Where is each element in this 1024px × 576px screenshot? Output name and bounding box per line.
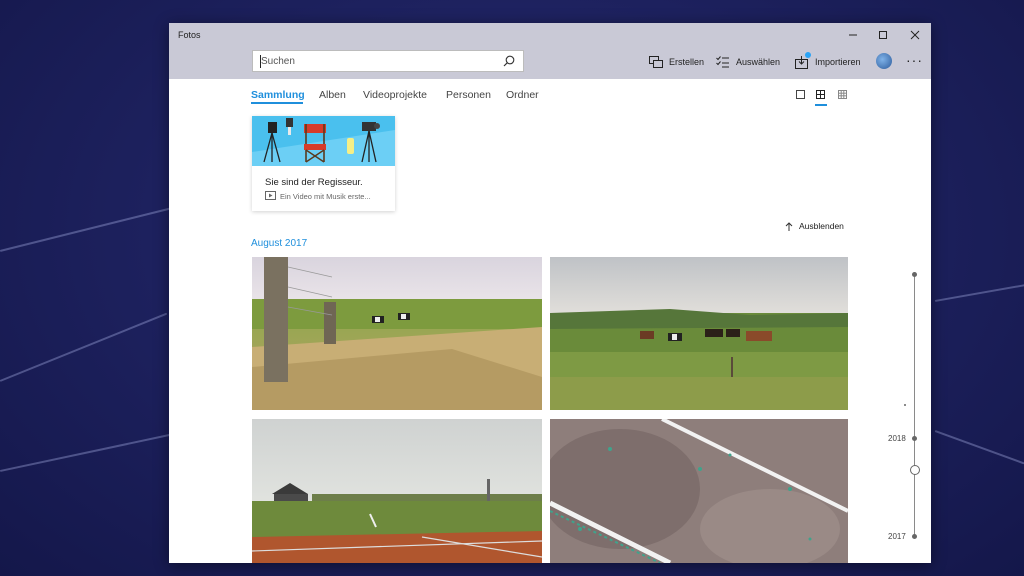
photos-app-window: Fotos Erstellen [169,23,931,563]
checklist-icon [716,56,729,68]
tab-personen[interactable]: Personen [446,89,491,101]
promo-title: Sie sind der Regisseur. [265,177,363,188]
search-icon[interactable] [503,55,515,67]
tab-ordner[interactable]: Ordner [506,89,539,101]
wallpaper-streak [0,204,185,252]
large-view-icon[interactable] [795,89,807,101]
timeline-marker [912,436,917,441]
hide-label: Ausblenden [799,221,844,231]
timeline-marker [912,272,917,277]
wallpaper-streak [934,430,1024,465]
app-title: Fotos [178,30,201,40]
timeline-marker [904,404,906,406]
create-label: Erstellen [669,57,705,67]
search-box[interactable] [252,50,524,72]
timeline-year-2017[interactable]: 2017 [888,532,906,541]
minimize-icon [849,34,857,36]
promo-illustration [252,116,395,166]
create-button[interactable]: Erstellen [649,54,704,70]
photo-thumbnail[interactable] [252,419,542,563]
wallpaper-streak [0,432,177,472]
title-bar: Fotos Erstellen [169,23,931,79]
medium-view-icon[interactable] [815,89,827,101]
maximize-icon [879,31,887,39]
photo-thumbnail[interactable] [550,419,848,563]
wallpaper-streak [0,312,168,382]
director-promo-card[interactable]: Sie sind der Regisseur. Ein Video mit Mu… [252,116,395,211]
close-button[interactable] [900,26,930,44]
create-icon [649,56,663,68]
timeline-year-2018[interactable]: 2018 [888,434,906,443]
timeline-marker [912,534,917,539]
small-view-icon[interactable] [837,89,849,101]
select-button[interactable]: Auswählen [716,54,780,70]
avatar[interactable] [876,53,892,69]
tab-sammlung[interactable]: Sammlung [251,89,305,101]
tab-alben[interactable]: Alben [319,89,346,101]
close-icon [910,30,920,40]
notification-badge [805,52,811,58]
photo-thumbnail[interactable] [550,257,848,410]
search-input[interactable] [261,53,491,69]
promo-subtitle: Ein Video mit Musik erste... [280,192,371,201]
wallpaper-streak [934,283,1024,302]
month-heading: August 2017 [251,238,308,249]
maximize-button[interactable] [868,26,898,44]
timeline-handle[interactable] [910,465,920,475]
select-label: Auswählen [736,57,781,67]
video-project-icon [265,191,276,200]
active-tab-indicator [251,102,303,104]
import-label: Importieren [815,57,861,67]
tab-videoprojekte[interactable]: Videoprojekte [363,89,427,101]
minimize-button[interactable] [838,26,868,44]
arrow-up-icon [785,221,793,231]
hide-button[interactable]: Ausblenden [785,221,844,231]
more-options-button[interactable]: ··· [906,53,923,67]
active-view-indicator [815,104,827,106]
timeline-track[interactable] [914,274,915,536]
photo-thumbnail[interactable] [252,257,542,410]
